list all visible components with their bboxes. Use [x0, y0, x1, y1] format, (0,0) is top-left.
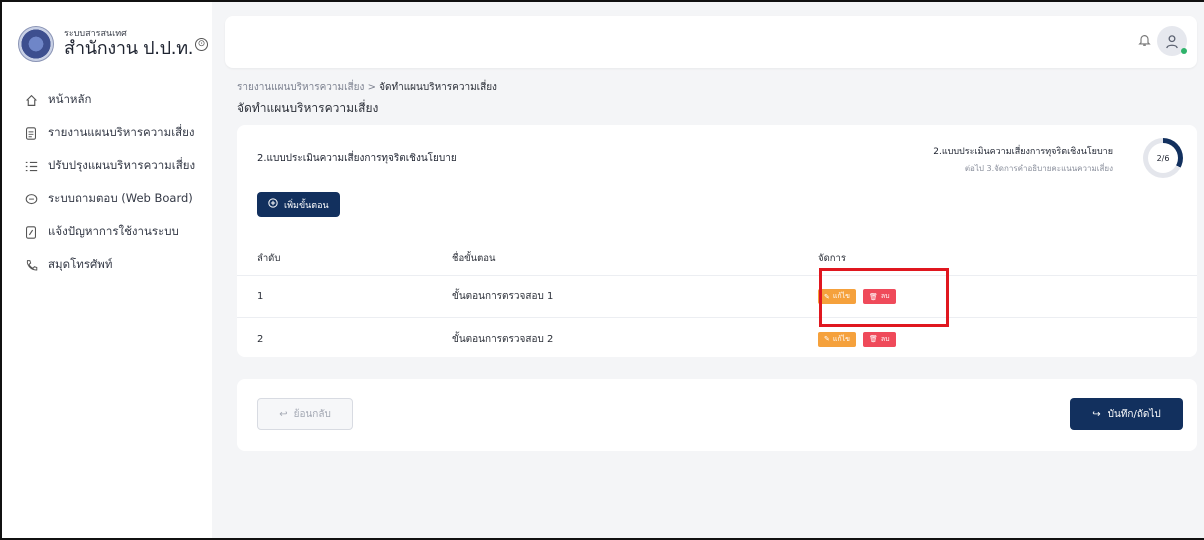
- edit-label: แก้ไข: [832, 334, 850, 343]
- card-title: 2.แบบประเมินความเสี่ยงการทุจริตเชิงนโยบา…: [257, 153, 457, 164]
- sidebar-item-label: สมุดโทรศัพท์: [48, 257, 113, 271]
- logo-icon: [18, 26, 54, 62]
- steps-table: ลำดับ ชื่อขั้นตอน จัดการ 1 ขั้นตอนการตรว…: [237, 242, 1197, 360]
- sidebar-nav: หน้าหลัก รายงานแผนบริหารความเสี่ยง ปรับป…: [24, 90, 195, 288]
- add-step-label: เพิ่มขั้นตอน: [284, 200, 329, 211]
- bell-icon[interactable]: [1138, 33, 1151, 51]
- forward-arrow-icon: ↪: [1092, 408, 1101, 420]
- online-status-dot: [1181, 48, 1187, 54]
- trash-icon: 🗑: [868, 335, 878, 343]
- column-header-name: ชื่อขั้นตอน: [452, 253, 496, 264]
- sidebar-toggle-icon[interactable]: ⊙: [195, 38, 208, 51]
- sidebar-item-home[interactable]: หน้าหลัก: [24, 90, 195, 110]
- top-bar: [225, 16, 1197, 68]
- sidebar-item-report[interactable]: รายงานแผนบริหารความเสี่ยง: [24, 123, 195, 143]
- document-icon: [24, 126, 38, 140]
- breadcrumb: รายงานแผนบริหารความเสี่ยง > จัดทำแผนบริห…: [237, 80, 497, 95]
- sidebar-item-label: หน้าหลัก: [48, 92, 92, 106]
- delete-label: ลบ: [880, 334, 890, 343]
- delete-button[interactable]: 🗑 ลบ: [862, 289, 896, 304]
- row-step-name: ขั้นตอนการตรวจสอบ 1: [452, 291, 554, 302]
- row-order: 1: [257, 291, 264, 302]
- save-next-button[interactable]: ↪ บันทึก/ถัดไป: [1070, 398, 1183, 430]
- phone-icon: [24, 258, 38, 272]
- home-icon: [24, 93, 38, 107]
- trash-icon: 🗑: [868, 292, 878, 301]
- breadcrumb-separator: >: [364, 82, 380, 93]
- progress-ring: 2/6: [1143, 138, 1183, 178]
- row-step-name: ขั้นตอนการตรวจสอบ 2: [452, 333, 554, 345]
- sidebar: ระบบสารสนเทศ สำนักงาน ป.ป.ท. ⊙ หน้าหลัก …: [2, 2, 212, 538]
- brand[interactable]: ระบบสารสนเทศ สำนักงาน ป.ป.ท.: [18, 26, 194, 62]
- sidebar-item-label: ปรับปรุงแผนบริหารความเสี่ยง: [48, 158, 196, 172]
- sidebar-item-label: ระบบถามตอบ (Web Board): [48, 191, 193, 205]
- sidebar-item-issue[interactable]: แจ้งปัญหาการใช้งานระบบ: [24, 222, 195, 242]
- steps-card: 2.แบบประเมินความเสี่ยงการทุจริตเชิงนโยบา…: [237, 125, 1197, 357]
- sidebar-item-label: รายงานแผนบริหารความเสี่ยง: [48, 125, 195, 139]
- delete-label: ลบ: [880, 292, 890, 300]
- edit-button[interactable]: ✎ แก้ไข: [818, 331, 856, 347]
- edit-doc-icon: [24, 225, 38, 239]
- sidebar-item-phonebook[interactable]: สมุดโทรศัพท์: [24, 255, 195, 275]
- column-header-actions: จัดการ: [818, 253, 846, 264]
- add-step-button[interactable]: เพิ่มขั้นตอน: [257, 192, 340, 217]
- sidebar-item-improve[interactable]: ปรับปรุงแผนบริหารความเสี่ยง: [24, 156, 195, 176]
- step-next: ต่อไป 3.จัดการคำอธิบายคะแนนความเสี่ยง: [964, 164, 1113, 173]
- edit-icon: ✎: [824, 292, 830, 301]
- progress-label: 2/6: [1148, 143, 1178, 173]
- avatar[interactable]: [1157, 26, 1187, 56]
- step-title: 2.แบบประเมินความเสี่ยงการทุจริตเชิงนโยบา…: [933, 147, 1113, 157]
- back-arrow-icon: ↩: [279, 408, 288, 420]
- back-button[interactable]: ↩ ย้อนกลับ: [257, 398, 353, 430]
- sidebar-item-label: แจ้งปัญหาการใช้งานระบบ: [48, 224, 179, 238]
- back-label: ย้อนกลับ: [293, 408, 331, 420]
- table-row: 2 ขั้นตอนการตรวจสอบ 2 ✎ แก้ไข 🗑 ลบ: [237, 318, 1197, 360]
- sidebar-item-webboard[interactable]: ระบบถามตอบ (Web Board): [24, 189, 195, 209]
- user-icon: [1166, 34, 1178, 48]
- edit-label: แก้ไข: [832, 292, 850, 300]
- delete-button[interactable]: 🗑 ลบ: [862, 331, 896, 347]
- chat-icon: [24, 192, 38, 206]
- row-order: 2: [257, 333, 264, 345]
- table-row: 1 ขั้นตอนการตรวจสอบ 1 ✎ แก้ไข 🗑 ลบ: [237, 276, 1197, 318]
- save-next-label: บันทึก/ถัดไป: [1107, 408, 1161, 420]
- step-info: 2.แบบประเมินความเสี่ยงการทุจริตเชิงนโยบา…: [933, 144, 1113, 175]
- breadcrumb-parent[interactable]: รายงานแผนบริหารความเสี่ยง: [237, 82, 364, 93]
- page-title: จัดทำแผนบริหารความเสี่ยง: [237, 101, 379, 115]
- column-header-order: ลำดับ: [257, 253, 281, 264]
- edit-button[interactable]: ✎ แก้ไข: [818, 289, 856, 304]
- footer-card: ↩ ย้อนกลับ ↪ บันทึก/ถัดไป: [237, 379, 1197, 451]
- edit-icon: ✎: [824, 335, 830, 343]
- breadcrumb-current: จัดทำแผนบริหารความเสี่ยง: [379, 82, 497, 93]
- plus-circle-icon: [268, 198, 278, 211]
- checklist-icon: [24, 159, 38, 173]
- table-header: ลำดับ ชื่อขั้นตอน จัดการ: [237, 242, 1197, 276]
- brand-title: สำนักงาน ป.ป.ท.: [64, 38, 194, 59]
